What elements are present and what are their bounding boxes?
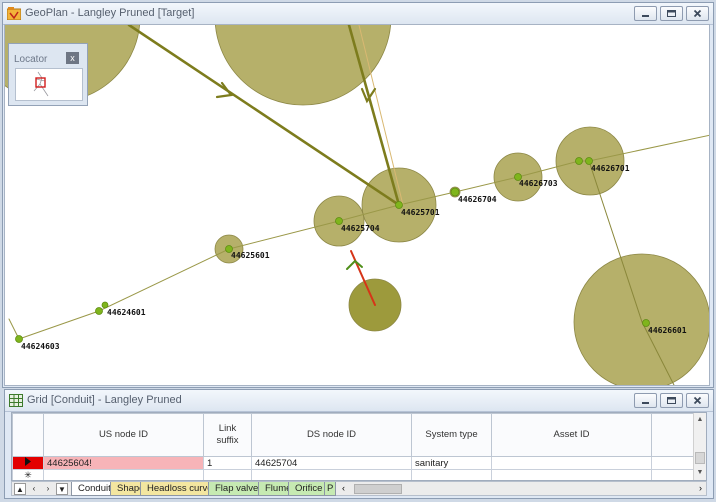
minimize-icon: [642, 14, 649, 17]
node-label: 44624603: [21, 342, 60, 351]
column-header-overflow: [651, 413, 696, 457]
vertical-scroll-thumb[interactable]: [695, 452, 705, 464]
restore-icon: [667, 397, 676, 404]
locator-thumbnail: [33, 71, 49, 97]
restore-icon: [667, 10, 676, 17]
column-header-ds-node-id[interactable]: DS node ID: [251, 413, 412, 457]
close-icon: [693, 9, 702, 18]
new-cell[interactable]: [251, 469, 412, 480]
node-label: 44626601: [648, 326, 687, 335]
minimize-button[interactable]: [634, 393, 657, 408]
last-tab-icon[interactable]: ▼: [56, 483, 68, 495]
scroll-left-icon[interactable]: ‹: [342, 483, 345, 493]
geoplan-title: GeoPlan - Langley Pruned [Target]: [25, 7, 195, 19]
tab-orifice[interactable]: Orifice: [288, 482, 327, 496]
new-row-marker[interactable]: ✳: [12, 469, 44, 480]
tab-headloss-curve[interactable]: Headloss curve: [140, 482, 217, 496]
grid-titlebar[interactable]: Grid [Conduit] - Langley Pruned: [5, 390, 713, 412]
locator-map[interactable]: [15, 68, 83, 101]
prev-tab-icon[interactable]: ‹: [28, 483, 40, 495]
row-indicator[interactable]: [12, 456, 44, 470]
locator-title: Locator: [14, 54, 48, 65]
locator-panel[interactable]: Locator x: [8, 43, 88, 106]
scroll-down-icon[interactable]: ▼: [695, 468, 705, 478]
column-header-system-type[interactable]: System type: [411, 413, 492, 457]
minimize-button[interactable]: [634, 6, 657, 21]
tab-flap-valve[interactable]: Flap valve: [208, 482, 263, 496]
geoplan-titlebar[interactable]: GeoPlan - Langley Pruned [Target]: [3, 3, 713, 25]
sheet-tab-bar: ▲ ‹ › ▼ Conduit Shape Headloss curve Fla…: [11, 481, 707, 496]
map-canvas[interactable]: 44625701 44626704 44626703 44626701 4462…: [4, 24, 710, 386]
vertical-scrollbar[interactable]: ▲ ▼: [693, 413, 706, 480]
link-arrow: [346, 259, 363, 270]
next-tab-icon[interactable]: ›: [42, 483, 54, 495]
cell-asset-id[interactable]: [491, 456, 652, 470]
new-cell[interactable]: [651, 469, 696, 480]
node-label: 44626701: [591, 164, 630, 173]
restore-button[interactable]: [660, 6, 683, 21]
geoplan-app-icon: [7, 7, 21, 20]
node-label: 44625601: [231, 251, 270, 260]
cell-ds-node-id[interactable]: 44625704: [251, 456, 412, 470]
new-row[interactable]: ✳: [12, 469, 696, 480]
table-row[interactable]: 44625604! 1 44625704 sanitary: [12, 456, 696, 470]
new-cell[interactable]: [411, 469, 492, 480]
horizontal-scroll-thumb[interactable]: [354, 484, 402, 494]
close-icon: [693, 396, 702, 405]
minimize-icon: [642, 401, 649, 404]
column-header-link-suffix[interactable]: Link suffix: [203, 413, 252, 457]
node[interactable]: [95, 307, 103, 315]
scroll-right-icon[interactable]: ›: [699, 483, 702, 493]
node[interactable]: [575, 157, 583, 165]
grid-app-icon: [9, 394, 23, 407]
grid-title: Grid [Conduit] - Langley Pruned: [27, 394, 182, 406]
first-tab-icon[interactable]: ▲: [14, 483, 26, 495]
link-suffix-header-text: Link suffix: [216, 423, 239, 446]
close-button[interactable]: [686, 6, 709, 21]
header-row: US node ID Link suffix DS node ID System…: [12, 413, 696, 457]
conduit-grid[interactable]: US node ID Link suffix DS node ID System…: [12, 413, 696, 480]
current-row-arrow-icon: [25, 457, 31, 466]
tab-conduit[interactable]: Conduit: [71, 482, 115, 496]
node-label: 44624601: [107, 308, 146, 317]
node-label: 44625701: [401, 208, 440, 217]
node-label: 44626704: [458, 195, 497, 204]
network-map[interactable]: 44625701 44626704 44626703 44626701 4462…: [5, 25, 710, 386]
new-cell[interactable]: [491, 469, 652, 480]
cell-system-type[interactable]: sanitary: [411, 456, 492, 470]
node-circle[interactable]: [573, 253, 710, 386]
column-header-asset-id[interactable]: Asset ID: [491, 413, 652, 457]
node-label: 44626703: [519, 179, 558, 188]
new-cell[interactable]: [203, 469, 252, 480]
horizontal-scrollbar[interactable]: ‹ ›: [342, 483, 706, 495]
restore-button[interactable]: [660, 393, 683, 408]
new-cell[interactable]: [43, 469, 204, 480]
cell-us-node-id[interactable]: 44625604!: [43, 456, 204, 470]
column-header-us-node-id[interactable]: US node ID: [43, 413, 204, 457]
row-selector-header[interactable]: [12, 413, 44, 457]
scroll-up-icon[interactable]: ▲: [695, 415, 705, 425]
cell-link-suffix[interactable]: 1: [203, 456, 252, 470]
node-label: 44625704: [341, 224, 380, 233]
grid-window: Grid [Conduit] - Langley Pruned US node …: [4, 389, 714, 499]
grid-table-area[interactable]: US node ID Link suffix DS node ID System…: [11, 412, 707, 481]
close-button[interactable]: [686, 393, 709, 408]
locator-close-button[interactable]: x: [66, 52, 79, 64]
cell-overflow[interactable]: [651, 456, 696, 470]
node-circles: [5, 25, 710, 386]
tab-more[interactable]: P: [324, 482, 337, 496]
